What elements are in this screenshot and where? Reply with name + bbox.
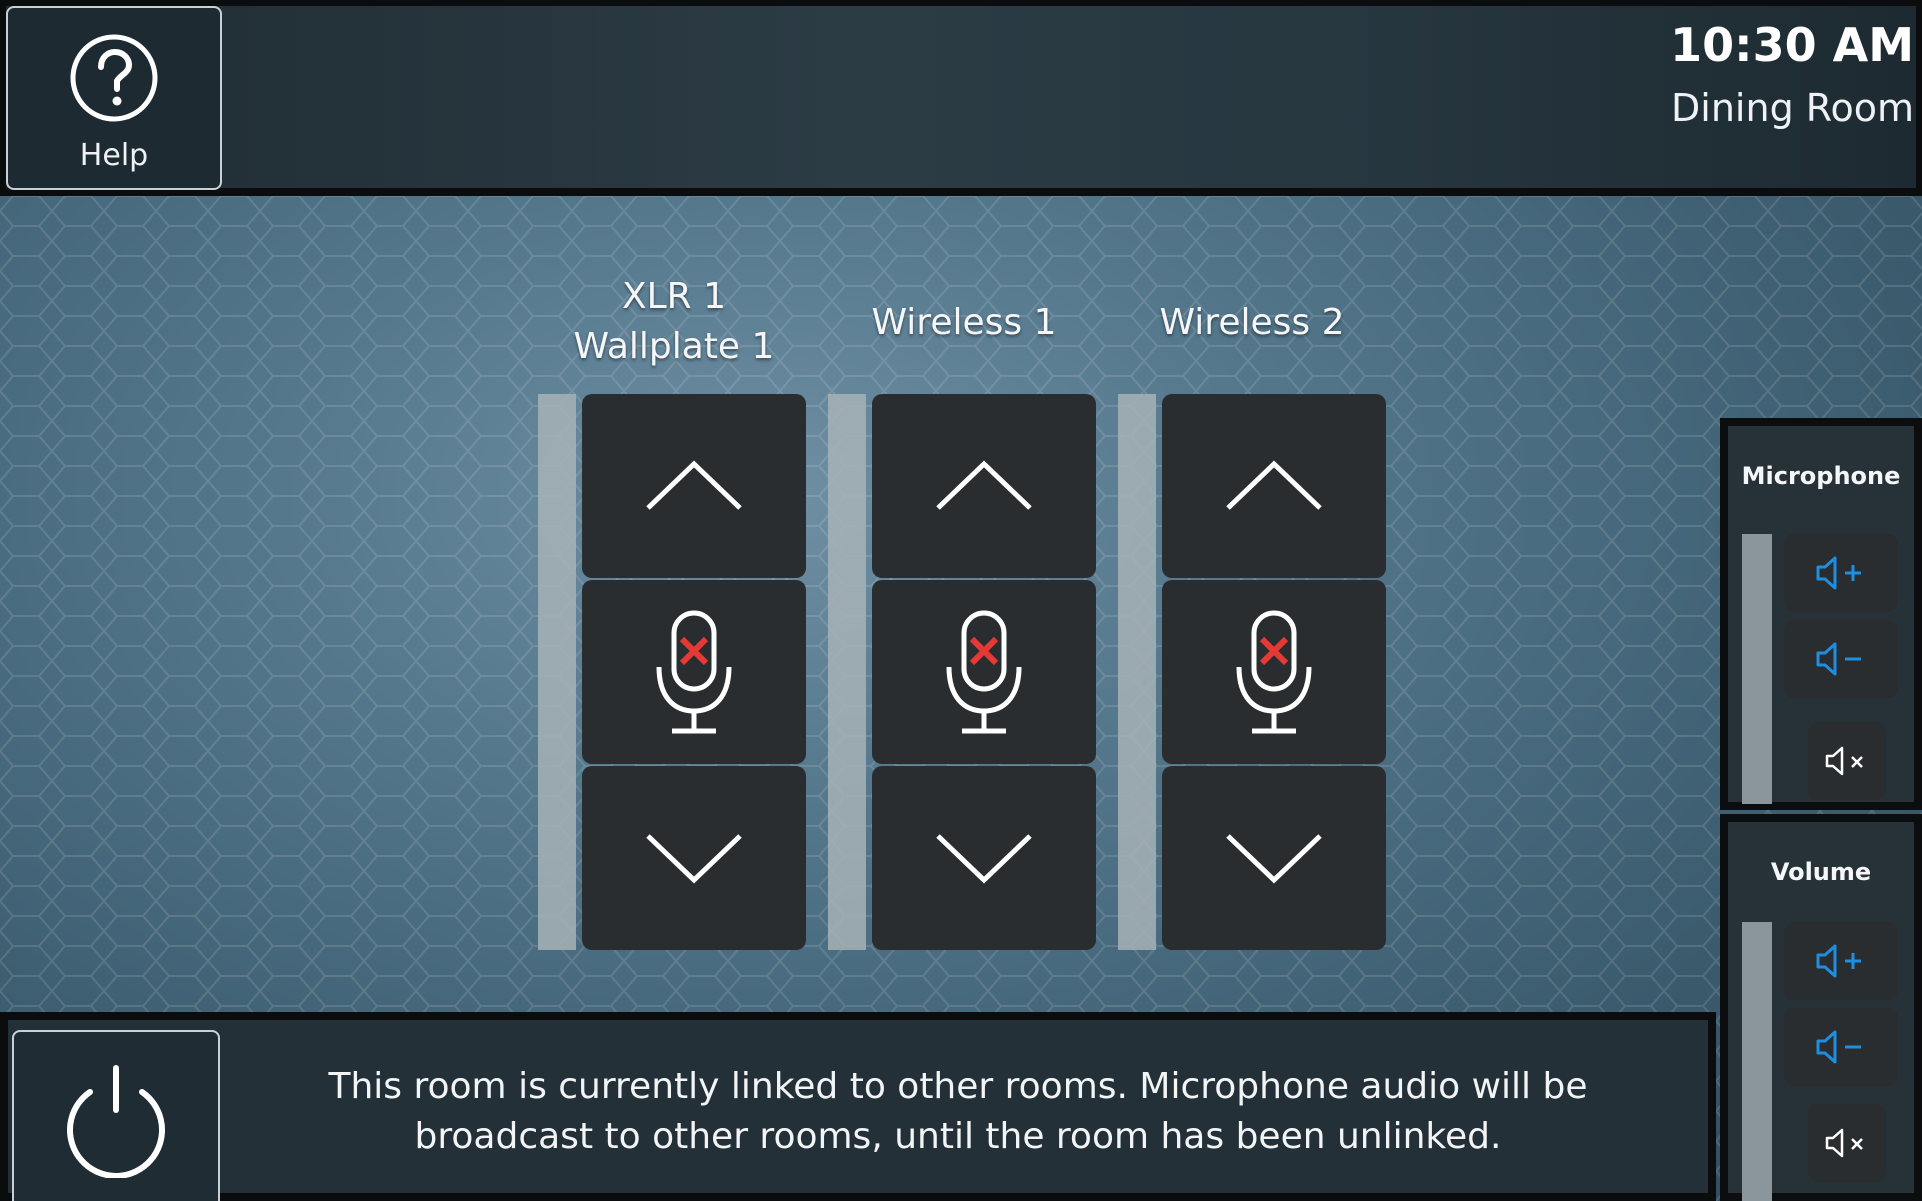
volume-panel: Volume <box>1720 814 1922 1201</box>
question-circle-icon <box>70 34 158 122</box>
microphone-panel: Microphone <box>1720 418 1922 810</box>
clock: 10:30 AM <box>1670 18 1914 72</box>
chevron-up-icon <box>646 460 742 510</box>
channel-volume-up-button[interactable] <box>582 394 806 578</box>
bottom-bar: This room is currently linked to other r… <box>0 1012 1716 1201</box>
microphone-volume-up-button[interactable] <box>1784 534 1898 612</box>
help-button[interactable]: Help <box>6 6 222 190</box>
speaker-plus-icon <box>1816 944 1861 978</box>
channel-level-meter <box>538 394 576 950</box>
channel-volume-up-button[interactable] <box>1162 394 1386 578</box>
volume-mute-button[interactable] <box>1808 1104 1886 1182</box>
channel-level-meter <box>828 394 866 950</box>
channel-volume-down-button[interactable] <box>582 766 806 950</box>
channel-label: Wireless 2 <box>1159 302 1345 343</box>
chevron-down-icon <box>646 834 742 884</box>
top-bar <box>0 0 1922 196</box>
linked-rooms-notice: This room is currently linked to other r… <box>328 1066 1588 1157</box>
microphone-mute-button[interactable] <box>1808 722 1886 800</box>
chevron-up-icon <box>1226 460 1322 510</box>
chevron-down-icon <box>1226 834 1322 884</box>
channel-level-meter <box>1118 394 1156 950</box>
microphone-volume-down-button[interactable] <box>1784 620 1898 698</box>
chevron-down-icon <box>936 834 1032 884</box>
speaker-plus-icon <box>1816 556 1861 590</box>
power-icon <box>67 1064 165 1178</box>
volume-level-meter <box>1742 922 1772 1201</box>
speaker-minus-icon <box>1816 1030 1861 1064</box>
channel-mute-button[interactable] <box>872 580 1096 764</box>
room-name: Dining Room <box>1671 86 1914 130</box>
channel-volume-down-button[interactable] <box>1162 766 1386 950</box>
speaker-mute-icon <box>1825 746 1863 776</box>
power-button[interactable] <box>12 1030 220 1201</box>
microphone-panel-title: Microphone <box>1741 462 1901 490</box>
channel-mute-button[interactable] <box>582 580 806 764</box>
microphone-muted-icon <box>1236 610 1312 734</box>
channel-mute-button[interactable] <box>1162 580 1386 764</box>
microphone-muted-icon <box>946 610 1022 734</box>
channel-volume-down-button[interactable] <box>872 766 1096 950</box>
speaker-mute-icon <box>1825 1128 1863 1158</box>
volume-up-button[interactable] <box>1784 922 1898 1000</box>
volume-down-button[interactable] <box>1784 1008 1898 1086</box>
microphone-level-meter <box>1742 534 1772 804</box>
help-label: Help <box>79 138 149 173</box>
volume-panel-title: Volume <box>1770 858 1872 886</box>
channel-label: XLR 1 Wallplate 1 <box>573 276 775 367</box>
channel-volume-up-button[interactable] <box>872 394 1096 578</box>
chevron-up-icon <box>936 460 1032 510</box>
channel-label: Wireless 1 <box>871 302 1057 343</box>
microphone-muted-icon <box>656 610 732 734</box>
speaker-minus-icon <box>1816 642 1861 676</box>
